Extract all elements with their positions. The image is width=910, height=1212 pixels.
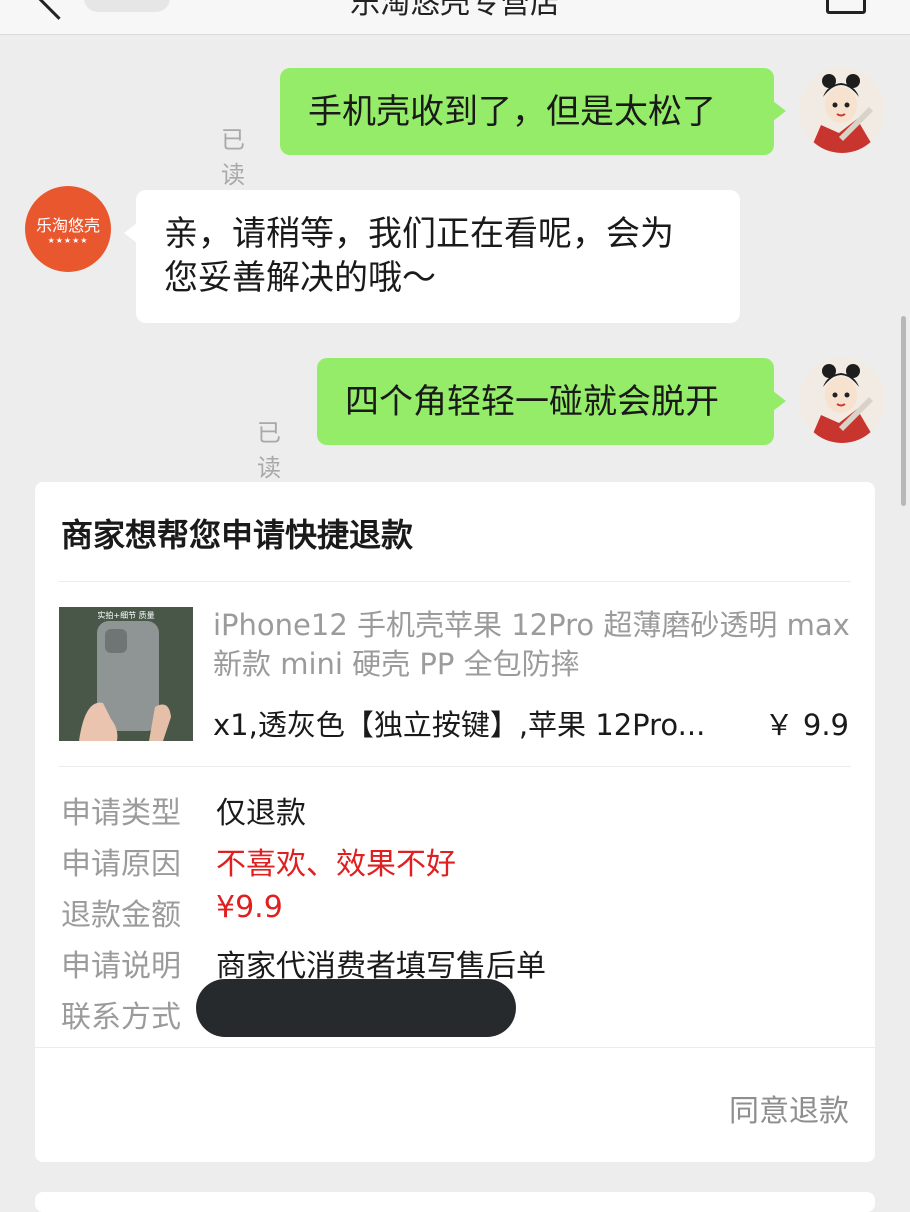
cartoon-girl-avatar-icon [799,357,885,443]
field-value-reason: 不喜欢、效果不好 [216,847,456,882]
user-avatar[interactable] [799,67,885,153]
shop-avatar[interactable]: 乐淘悠壳 ★★★★★ [25,186,111,272]
field-value-type: 仅退款 [216,796,306,831]
field-label-note: 申请说明 [61,949,181,984]
card-title: 商家想帮您申请快捷退款 [61,516,414,554]
product-price: ￥ 9.9 [764,708,849,742]
scrollbar[interactable] [901,316,906,506]
product-thumbnail[interactable]: 实拍+细节 质量 [59,607,193,741]
chat-bubble-outgoing[interactable]: 四个角轻轻一碰就会脱开 [317,358,786,445]
top-nav-bar: 乐淘悠壳专营店 [0,0,910,35]
svg-text:实拍+细节 质量: 实拍+细节 质量 [97,610,154,620]
field-value-amount: ¥9.9 [216,890,283,925]
field-label-reason: 申请原因 [61,847,181,882]
shop-rating-stars: ★★★★★ [47,236,89,245]
product-spec: x1,透灰色【独立按键】,苹果 12Pro... [213,708,706,742]
message-text-line: 您妥善解决的哦～ [164,258,436,298]
divider [59,581,851,582]
field-label-type: 申请类型 [61,796,181,831]
page-title: 乐淘悠壳专营店 [350,0,560,21]
user-avatar[interactable] [799,357,885,443]
divider [35,1047,875,1048]
back-arrow-icon[interactable] [35,0,82,20]
divider [59,766,851,767]
message-text-line: 亲，请稍等，我们正在看呢，会为 [164,214,674,254]
shop-menu-icon[interactable] [826,0,866,14]
refund-request-card: 商家想帮您申请快捷退款 实拍+细节 质量 iPhone12 手机壳苹果 12Pr… [35,482,875,1162]
agree-refund-button[interactable]: 同意退款 [729,1086,849,1130]
shop-avatar-name: 乐淘悠壳 [35,216,100,235]
read-receipt: 已读 [257,419,281,482]
cartoon-girl-avatar-icon [799,67,885,153]
field-label-contact: 联系方式 [61,1000,181,1035]
chat-bubble-incoming[interactable]: 亲，请稍等，我们正在看呢，会为 您妥善解决的哦～ [124,190,740,323]
field-label-amount: 退款金额 [61,898,181,933]
message-text: 手机壳收到了，但是太松了 [308,92,716,132]
chat-bubble-outgoing[interactable]: 手机壳收到了，但是太松了 [280,68,786,155]
read-receipt: 已读 [221,126,245,189]
message-text: 四个角轻轻一碰就会脱开 [345,382,719,422]
product-name[interactable]: iPhone12 手机壳苹果 12Pro 超薄磨砂透明 max 新款 mini … [213,606,853,684]
next-card-peek [35,1192,875,1212]
redacted-contact [196,979,516,1037]
back-count-pill[interactable] [84,0,170,12]
phone-case-photo-icon: 实拍+细节 质量 [59,607,193,741]
